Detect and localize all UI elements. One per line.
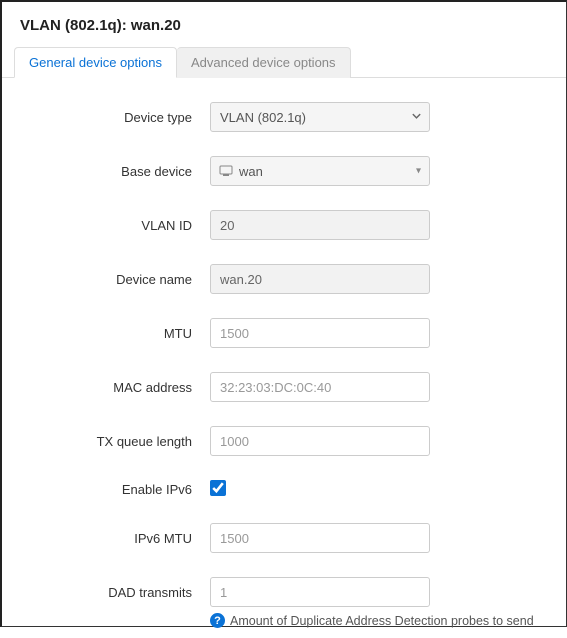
modal-title: VLAN (802.1q): wan.20	[20, 17, 548, 34]
device-type-select[interactable]: VLAN (802.1q)	[210, 102, 430, 132]
row-device-type: Device type VLAN (802.1q)	[20, 102, 548, 132]
network-port-icon	[219, 165, 233, 177]
vlan-id-input[interactable]: 20	[210, 210, 430, 240]
dad-hint-row: ? Amount of Duplicate Address Detection …	[210, 613, 548, 628]
label-vlan-id: VLAN ID	[20, 218, 210, 233]
row-device-name: Device name wan.20	[20, 264, 548, 294]
label-txqueue: TX queue length	[20, 434, 210, 449]
info-icon: ?	[210, 613, 225, 628]
ipv6-mtu-input[interactable]	[210, 523, 430, 553]
tab-advanced[interactable]: Advanced device options	[177, 47, 351, 78]
tabs-container: General device options Advanced device o…	[2, 46, 566, 78]
field-txqueue	[210, 426, 430, 456]
field-ipv6-mtu	[210, 523, 430, 553]
mac-input[interactable]	[210, 372, 430, 402]
field-device-type: VLAN (802.1q)	[210, 102, 430, 132]
row-dad: DAD transmits	[20, 577, 548, 607]
field-enable-ipv6	[210, 480, 430, 499]
field-device-name: wan.20	[210, 264, 430, 294]
dad-hint-text: Amount of Duplicate Address Detection pr…	[230, 614, 534, 628]
dad-input[interactable]	[210, 577, 430, 607]
mtu-input[interactable]	[210, 318, 430, 348]
label-enable-ipv6: Enable IPv6	[20, 482, 210, 497]
row-enable-ipv6: Enable IPv6	[20, 480, 548, 499]
label-base-device: Base device	[20, 164, 210, 179]
field-dad	[210, 577, 430, 607]
field-vlan-id: 20	[210, 210, 430, 240]
field-base-device: wan ▾	[210, 156, 430, 186]
label-device-name: Device name	[20, 272, 210, 287]
modal-header: VLAN (802.1q): wan.20	[2, 2, 566, 46]
label-mac: MAC address	[20, 380, 210, 395]
tabs: General device options Advanced device o…	[14, 46, 554, 77]
row-ipv6-mtu: IPv6 MTU	[20, 523, 548, 553]
base-device-value: wan	[239, 164, 263, 179]
txqueue-input[interactable]	[210, 426, 430, 456]
device-name-input[interactable]: wan.20	[210, 264, 430, 294]
enable-ipv6-checkbox[interactable]	[210, 480, 226, 496]
row-vlan-id: VLAN ID 20	[20, 210, 548, 240]
base-device-select[interactable]: wan ▾	[210, 156, 430, 186]
caret-down-icon: ▾	[416, 166, 421, 177]
field-mtu	[210, 318, 430, 348]
form-body: Device type VLAN (802.1q) Base device wa…	[2, 78, 566, 638]
row-base-device: Base device wan ▾	[20, 156, 548, 186]
tab-general[interactable]: General device options	[14, 47, 177, 78]
row-txqueue: TX queue length	[20, 426, 548, 456]
row-mtu: MTU	[20, 318, 548, 348]
label-mtu: MTU	[20, 326, 210, 341]
field-mac	[210, 372, 430, 402]
label-ipv6-mtu: IPv6 MTU	[20, 531, 210, 546]
label-device-type: Device type	[20, 110, 210, 125]
label-dad: DAD transmits	[20, 585, 210, 600]
row-mac: MAC address	[20, 372, 548, 402]
